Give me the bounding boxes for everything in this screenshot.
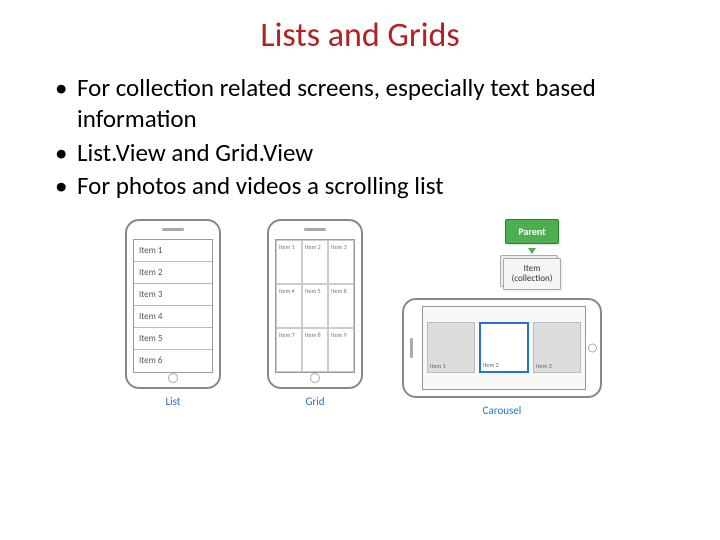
- carousel-screen: Item 1 Item 2 Item 3: [422, 306, 586, 390]
- carousel-item: Item 3: [533, 322, 581, 373]
- phone-trackball: [168, 373, 178, 383]
- list-caption: List: [165, 395, 180, 408]
- phone-list: Item 1 Item 2 Item 3 Item 4 Item 5 Item …: [125, 219, 221, 389]
- list-row: Item 3: [134, 284, 212, 306]
- carousel-caption: Carousel: [483, 404, 522, 417]
- list-row: Item 4: [134, 306, 212, 328]
- list-phone-column: Item 1 Item 2 Item 3 Item 4 Item 5 Item …: [113, 219, 233, 408]
- carousel-item-active: Item 2: [479, 322, 529, 373]
- grid-cell: Item 4: [276, 284, 302, 328]
- carousel-column: Parent Item (collection) Item 1 Item 2 I…: [397, 219, 607, 417]
- nav-nodes: Parent Item (collection): [503, 219, 562, 290]
- grid-screen: Item 1 Item 2 Item 3 Item 4 Item 5 Item …: [275, 239, 355, 373]
- phone-carousel: Item 1 Item 2 Item 3: [402, 298, 602, 398]
- grid-cell: Item 1: [276, 240, 302, 284]
- grid-cell: Item 2: [302, 240, 328, 284]
- phone-trackball: [310, 373, 320, 383]
- bullet-item: List.View and Grid.View: [55, 137, 675, 168]
- carousel-item: Item 1: [427, 322, 475, 373]
- list-row: Item 2: [134, 262, 212, 284]
- item-node-stack: Item (collection): [503, 258, 562, 290]
- diagram: Item 1 Item 2 Item 3 Item 4 Item 5 Item …: [45, 219, 675, 417]
- grid-phone-column: Item 1 Item 2 Item 3 Item 4 Item 5 Item …: [255, 219, 375, 408]
- grid-caption: Grid: [305, 395, 324, 408]
- grid-cell: Item 9: [328, 328, 354, 372]
- list-row: Item 1: [134, 240, 212, 262]
- bullet-item: For collection related screens, especial…: [55, 72, 675, 135]
- bullet-item: For photos and videos a scrolling list: [55, 170, 675, 201]
- grid-cell: Item 3: [328, 240, 354, 284]
- grid-cell: Item 7: [276, 328, 302, 372]
- grid-cell: Item 6: [328, 284, 354, 328]
- phone-grid: Item 1 Item 2 Item 3 Item 4 Item 5 Item …: [267, 219, 363, 389]
- phone-trackball: [588, 343, 597, 352]
- item-node-line2: (collection): [512, 274, 553, 284]
- grid-cell: Item 5: [302, 284, 328, 328]
- phone-speaker: [410, 338, 413, 358]
- list-row: Item 6: [134, 350, 212, 372]
- item-node: Item (collection): [503, 258, 562, 290]
- list-row: Item 5: [134, 328, 212, 350]
- arrow-down-icon: [528, 248, 536, 254]
- phone-speaker: [162, 228, 184, 231]
- grid-cell: Item 8: [302, 328, 328, 372]
- slide-title: Lists and Grids: [45, 15, 675, 56]
- parent-node: Parent: [505, 219, 558, 244]
- bullet-list: For collection related screens, especial…: [45, 72, 675, 201]
- phone-speaker: [304, 228, 326, 231]
- list-screen: Item 1 Item 2 Item 3 Item 4 Item 5 Item …: [133, 239, 213, 373]
